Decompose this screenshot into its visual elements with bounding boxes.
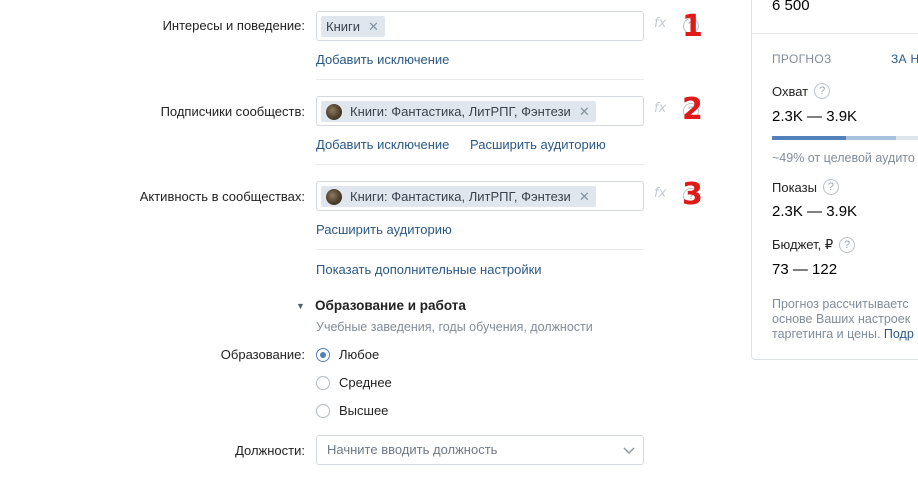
fx-icon[interactable]: fx — [654, 101, 666, 116]
positions-placeholder: Начните вводить должность — [327, 442, 498, 457]
reach-label-row: Охват ? — [772, 83, 831, 99]
budget-label: Бюджет, ₽ — [772, 237, 834, 252]
divider — [316, 249, 644, 250]
positions-label: Должности: — [235, 443, 305, 458]
divider — [316, 79, 644, 80]
forecast-heading: ПРОГНОЗ — [772, 52, 832, 66]
community-avatar — [326, 188, 342, 205]
add-exclusion-link[interactable]: Добавить исключение — [316, 52, 449, 67]
collapse-arrow-icon[interactable]: ▼ — [296, 301, 305, 311]
forecast-note-line-1: Прогноз рассчитываетс — [772, 297, 909, 311]
budget-label-row: Бюджет, ₽ ? — [772, 237, 856, 253]
radio-secondary[interactable] — [316, 376, 330, 390]
reach-label: Охват — [772, 83, 809, 99]
fx-icon[interactable]: fx — [654, 16, 666, 31]
forecast-period-tab[interactable]: ЗА Н — [891, 52, 918, 66]
radio-higher-label[interactable]: Высшее — [339, 403, 388, 418]
forecast-note-line-3: таргетинга и цены. Подр — [772, 326, 914, 342]
activity-chip-label: Книги: Фантастика, ЛитРПГ, Фэнтези — [350, 189, 571, 204]
impressions-label: Показы — [772, 179, 817, 195]
remove-chip-icon[interactable]: ✕ — [579, 190, 590, 203]
forecast-note-text: таргетинга и цены. — [772, 327, 884, 341]
radio-any-label[interactable]: Любое — [339, 347, 379, 362]
chevron-down-icon — [623, 447, 635, 454]
divider — [752, 33, 918, 34]
help-icon[interactable]: ? — [839, 237, 856, 253]
radio-higher[interactable] — [316, 404, 330, 418]
interests-chip-label: Книги — [326, 19, 361, 34]
interests-field[interactable]: Книги ✕ — [316, 11, 644, 41]
reach-progress-range — [846, 136, 896, 140]
education-section-title[interactable]: Образование и работа — [315, 298, 466, 313]
help-icon[interactable]: ? — [814, 83, 831, 99]
remove-chip-icon[interactable]: ✕ — [368, 20, 379, 33]
radio-any[interactable] — [316, 348, 330, 362]
activity-field[interactable]: Книги: Фантастика, ЛитРПГ, Фэнтези ✕ — [316, 181, 644, 211]
radio-secondary-label[interactable]: Среднее — [339, 375, 392, 390]
subscribers-chip: Книги: Фантастика, ЛитРПГ, Фэнтези ✕ — [321, 101, 596, 122]
audience-size-value: 6 500 — [772, 0, 810, 14]
forecast-panel: 6 500 ПРОГНОЗ ЗА Н Охват ? 2.3K — 3.9K ~… — [751, 0, 918, 360]
activity-label: Активность в сообществах: — [139, 189, 305, 204]
expand-audience-link[interactable]: Расширить аудиторию — [316, 222, 452, 237]
marker-number: 3 — [682, 177, 703, 212]
activity-chip: Книги: Фантастика, ЛитРПГ, Фэнтези ✕ — [321, 186, 596, 207]
show-more-settings-link[interactable]: Показать дополнительные настройки — [316, 262, 542, 277]
help-icon[interactable]: ? — [822, 179, 839, 195]
education-label: Образование: — [220, 347, 305, 362]
fx-icon[interactable]: fx — [654, 186, 666, 201]
education-section-subtitle: Учебные заведения, годы обучения, должно… — [316, 320, 593, 334]
subscribers-label: Подписчики сообществ: — [160, 104, 305, 119]
reach-progress-bar — [772, 136, 918, 140]
interests-chip: Книги ✕ — [321, 16, 385, 37]
interests-label: Интересы и поведение: — [162, 18, 305, 33]
subscribers-chip-label: Книги: Фантастика, ЛитРПГ, Фэнтези — [350, 104, 571, 119]
marker-number: 1 — [682, 9, 703, 44]
add-exclusion-link[interactable]: Добавить исключение — [316, 137, 449, 152]
forecast-details-link[interactable]: Подр — [884, 327, 914, 341]
subscribers-field[interactable]: Книги: Фантастика, ЛитРПГ, Фэнтези ✕ — [316, 96, 644, 126]
reach-value: 2.3K — 3.9K — [772, 108, 858, 125]
impressions-label-row: Показы ? — [772, 179, 839, 195]
positions-dropdown[interactable]: Начните вводить должность — [316, 435, 644, 465]
reach-progress-fill — [772, 136, 846, 140]
divider — [316, 164, 644, 165]
remove-chip-icon[interactable]: ✕ — [579, 105, 590, 118]
community-avatar — [326, 103, 342, 120]
expand-audience-link[interactable]: Расширить аудиторию — [470, 137, 606, 152]
forecast-note-line-2: основе Ваших настроек — [772, 312, 911, 326]
budget-value: 73 — 122 — [772, 261, 838, 278]
impressions-value: 2.3K — 3.9K — [772, 203, 858, 220]
marker-number: 2 — [682, 92, 703, 127]
reach-note: ~49% от целевой аудито — [772, 151, 915, 165]
